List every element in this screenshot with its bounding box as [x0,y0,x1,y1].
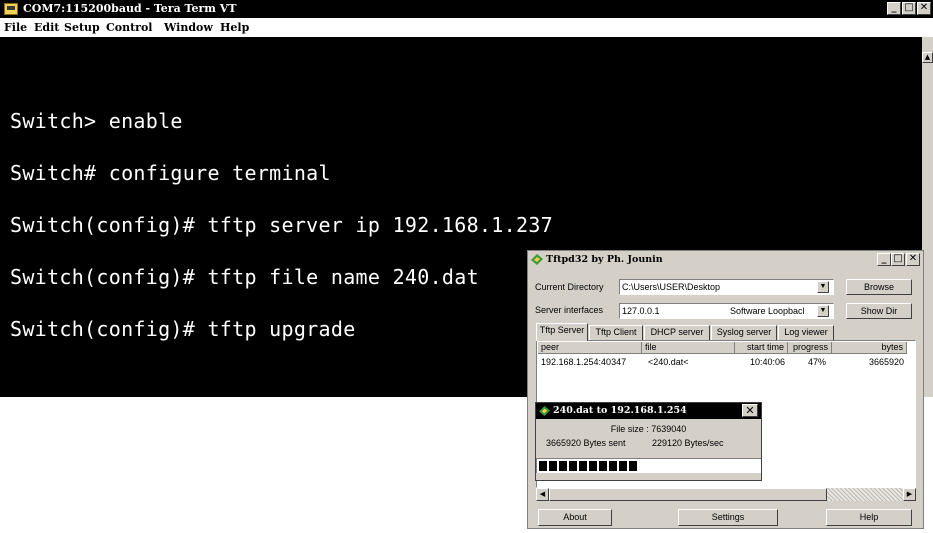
tftpd-title: Tftpd32 by Ph. Jounin [546,254,663,265]
transfer-progress-dialog: 240.dat to 192.168.1.254 ✕ File size : 7… [535,402,762,481]
about-button[interactable]: About [538,509,612,526]
tab-log-viewer[interactable]: Log viewer [778,325,834,340]
row-start-time[interactable]: 10:40:06 [735,357,785,367]
terminal-line: Switch# configure terminal [10,161,331,185]
terminal-line: Switch(config)# tftp server ip 192.168.1… [10,213,554,237]
tftpd-app-icon [539,406,550,416]
terminal-line: Switch(config)# tftp file name 240.dat [10,265,479,289]
server-ip-value: 127.0.0.1 [622,306,660,316]
current-directory-select[interactable]: C:\Users\USER\Desktop ▼ [619,279,834,295]
transfer-title-bar[interactable]: 240.dat to 192.168.1.254 ✕ [536,403,761,419]
scroll-thumb[interactable] [549,488,827,501]
tftpd-app-icon [531,254,543,265]
transfer-file-size: File size : 7639040 [610,424,687,434]
column-header-bytes[interactable]: bytes [832,342,907,354]
dropdown-arrow-icon[interactable]: ▼ [817,281,829,293]
tftpd-minimize-icon[interactable]: _ [877,253,891,266]
transfer-close-icon[interactable]: ✕ [742,404,758,417]
column-header-progress[interactable]: progress [788,342,832,354]
server-iface-value: Software Loopbacl [730,306,805,316]
scroll-left-arrow-icon[interactable]: ◀ [536,488,549,501]
settings-button[interactable]: Settings [678,509,778,526]
menu-help[interactable]: Help [220,18,249,37]
transfer-rate: 229120 Bytes/sec [652,438,724,448]
transfer-bytes-sent: 3665920 Bytes sent [546,438,626,448]
row-bytes[interactable]: 3665920 [832,357,904,367]
menu-window[interactable]: Window [164,18,213,37]
transfer-title: 240.dat to 192.168.1.254 [553,405,687,416]
terminal-line: Switch(config)# tftp upgrade [10,317,356,341]
row-progress[interactable]: 47% [788,357,826,367]
teraterm-title-bar[interactable]: COM7:115200baud - Tera Term VT _ □ ✕ [0,0,933,18]
tftpd-window: Tftpd32 by Ph. Jounin _ □ ✕ Current Dire… [527,250,924,529]
column-header-start-time[interactable]: start time [735,342,788,354]
tab-syslog-server[interactable]: Syslog server [711,325,777,340]
current-directory-label: Current Directory [535,282,604,292]
tftpd-close-icon[interactable]: ✕ [906,253,920,266]
current-directory-value: C:\Users\USER\Desktop [622,282,721,292]
tab-tftp-client[interactable]: Tftp Client [589,325,643,340]
maximize-icon[interactable]: □ [902,2,916,15]
column-header-peer[interactable]: peer [538,342,642,354]
close-icon[interactable]: ✕ [917,2,931,15]
scroll-right-arrow-icon[interactable]: ▶ [903,488,916,501]
help-button[interactable]: Help [826,509,912,526]
teraterm-menubar: File Edit Setup Control Window Help [0,18,933,37]
tab-tftp-server[interactable]: Tftp Server [536,323,588,341]
teraterm-app-icon [4,3,18,15]
teraterm-title: COM7:115200baud - Tera Term VT [23,2,237,15]
scroll-up-arrow-icon[interactable]: ▲ [922,52,933,63]
menu-control[interactable]: Control [106,18,152,37]
list-horizontal-scrollbar[interactable]: ◀ ▶ [536,488,916,501]
menu-edit[interactable]: Edit [34,18,59,37]
tab-dhcp-server[interactable]: DHCP server [644,325,710,340]
terminal-line: Switch> enable [10,109,183,133]
transfer-progress-bar [536,458,761,473]
server-interface-select[interactable]: 127.0.0.1 Software Loopbacl ▼ [619,303,834,319]
tftpd-maximize-icon[interactable]: □ [891,253,905,266]
scroll-track[interactable] [827,488,903,501]
menu-setup[interactable]: Setup [64,18,100,37]
dropdown-arrow-icon[interactable]: ▼ [817,305,829,317]
browse-button[interactable]: Browse [846,279,912,295]
row-peer[interactable]: 192.168.1.254:40347 [541,357,626,367]
row-file[interactable]: <240.dat< [648,357,689,367]
column-header-file[interactable]: file [642,342,735,354]
server-interfaces-label: Server interfaces [535,305,604,315]
show-dir-button[interactable]: Show Dir [846,303,912,319]
transfer-progress-fill [539,461,639,471]
menu-file[interactable]: File [4,18,27,37]
minimize-icon[interactable]: _ [887,2,901,15]
